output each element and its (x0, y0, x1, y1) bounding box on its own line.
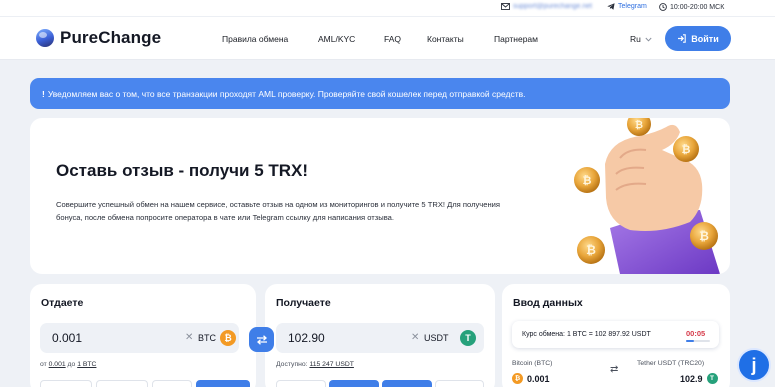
give-tab[interactable] (40, 380, 92, 387)
promo-description: Совершите успешный обмен на нашем сервис… (56, 200, 501, 222)
exchange-data-card: Ввод данных Курс обмена: 1 BTC = 102 897… (502, 284, 730, 387)
nav-faq[interactable]: FAQ (384, 34, 401, 44)
swap-direction-button[interactable] (249, 327, 274, 352)
support-email-text: support@purechange.net (513, 3, 593, 10)
site-header: PureChange Правила обмена AML/KYC FAQ Ко… (0, 16, 775, 60)
get-amount-field[interactable]: 102.90 ✕ USDT T (276, 323, 484, 353)
give-amount-value: 0.001 (52, 331, 83, 345)
aml-notice-text: Уведомляем вас о том, что все транзакции… (47, 88, 526, 99)
bitcoin-icon: ₿ (512, 373, 523, 384)
bitcoin-icon[interactable]: ₿ (220, 330, 236, 346)
svg-text:₿: ₿ (583, 174, 592, 187)
from-amount-value: 0.001 (527, 373, 550, 384)
get-title: Получаете (276, 297, 331, 309)
rate-timer: 00:05 (686, 329, 706, 338)
review-promo-card: Оставь отзыв - получи 5 TRX! Совершите у… (30, 118, 730, 274)
chevron-down-icon (645, 37, 652, 42)
login-icon (678, 34, 686, 43)
clear-get-amount-icon[interactable]: ✕ (411, 332, 419, 343)
data-title: Ввод данных (513, 297, 583, 309)
chat-widget-icon: j (751, 354, 757, 375)
language-label: Ru (630, 34, 641, 44)
svg-text:₿: ₿ (682, 143, 691, 156)
get-network-tabs (276, 380, 484, 387)
support-email[interactable]: support@purechange.net (501, 3, 592, 10)
give-card: Отдаете 0.001 ✕ BTC ₿ от 0.001 до 1 BTC (30, 284, 256, 387)
logo-mark-icon (36, 29, 54, 47)
telegram-label: Telegram (618, 3, 647, 10)
nav-contacts[interactable]: Контакты (427, 34, 464, 44)
rate-timer-progress (686, 340, 695, 342)
warning-icon: ! (42, 88, 45, 99)
available-amount[interactable]: 115 247 USDT (309, 361, 353, 368)
limit-min-link[interactable]: 0.001 (49, 361, 66, 368)
limit-max-link[interactable]: 1 BTC (77, 361, 96, 368)
give-tab[interactable] (152, 380, 192, 387)
envelope-icon (501, 3, 510, 10)
exchange-rate-text: Курс обмена: 1 BTC = 102 897.92 USDT (522, 331, 651, 338)
get-tab[interactable] (435, 380, 484, 387)
nav-exchange-rules[interactable]: Правила обмена (222, 34, 288, 44)
hand-with-coins-illustration: ₿ ₿ ₿ ₿ ₿ (574, 118, 720, 274)
exchange-rate-box: Курс обмена: 1 BTC = 102 897.92 USDT 00:… (512, 321, 719, 348)
svg-text:₿: ₿ (699, 229, 709, 243)
limit-to-label: до (67, 361, 76, 368)
svg-text:₿: ₿ (635, 119, 643, 131)
give-limits: от 0.001 до 1 BTC (40, 361, 96, 368)
clock-icon (659, 3, 667, 11)
give-amount-field[interactable]: 0.001 ✕ BTC ₿ (40, 323, 239, 353)
language-selector[interactable]: Ru (630, 34, 652, 44)
limit-from-label: от (40, 361, 47, 368)
get-card: Получаете 102.90 ✕ USDT T Доступно: 115 … (265, 284, 495, 387)
get-currency-code: USDT (424, 333, 449, 343)
login-button-label: Войти (691, 33, 719, 44)
give-tab-active[interactable] (196, 380, 250, 387)
login-button[interactable]: Войти (665, 26, 731, 51)
give-tab[interactable] (96, 380, 148, 387)
to-currency-name: Tether USDT (TRC20) (637, 360, 705, 367)
to-amount-value: 102.9 (680, 373, 703, 384)
site-logo[interactable]: PureChange (36, 28, 161, 48)
get-tab-active[interactable] (329, 380, 379, 387)
give-network-tabs (40, 380, 250, 387)
clear-give-amount-icon[interactable]: ✕ (185, 332, 193, 343)
tether-icon: T (706, 373, 718, 384)
get-tab-active[interactable] (382, 380, 432, 387)
get-amount-value: 102.90 (288, 331, 325, 345)
working-hours: 10:00-20:00 МСК (659, 3, 724, 11)
top-info-bar: support@purechange.net Telegram 10:00-20… (0, 0, 775, 16)
aml-notice-banner: ! Уведомляем вас о том, что все транзакц… (30, 78, 730, 109)
telegram-icon (607, 3, 615, 10)
to-amount-summary: 102.9 T (680, 373, 718, 384)
svg-text:₿: ₿ (586, 243, 596, 257)
nav-aml-kyc[interactable]: AML/KYC (318, 34, 355, 44)
promo-title: Оставь отзыв - получи 5 TRX! (56, 161, 309, 180)
swap-arrows-icon (256, 334, 267, 345)
chat-widget-button[interactable]: j (737, 348, 771, 382)
telegram-link[interactable]: Telegram (607, 3, 647, 10)
tether-icon[interactable]: T (460, 330, 476, 346)
available-label: Доступно: (276, 361, 308, 368)
working-hours-text: 10:00-20:00 МСК (670, 3, 725, 11)
give-title: Отдаете (41, 297, 84, 309)
give-currency-code: BTC (198, 333, 216, 343)
rate-timer-bar (686, 340, 710, 342)
exchange-arrows-icon: ⇄ (610, 364, 619, 375)
get-available: Доступно: 115 247 USDT (276, 361, 354, 368)
logo-text: PureChange (60, 28, 162, 47)
from-amount-summary: ₿ 0.001 (512, 373, 550, 384)
get-tab[interactable] (276, 380, 326, 387)
from-currency-name: Bitcoin (BTC) (512, 360, 553, 367)
nav-partners[interactable]: Партнерам (494, 34, 538, 44)
